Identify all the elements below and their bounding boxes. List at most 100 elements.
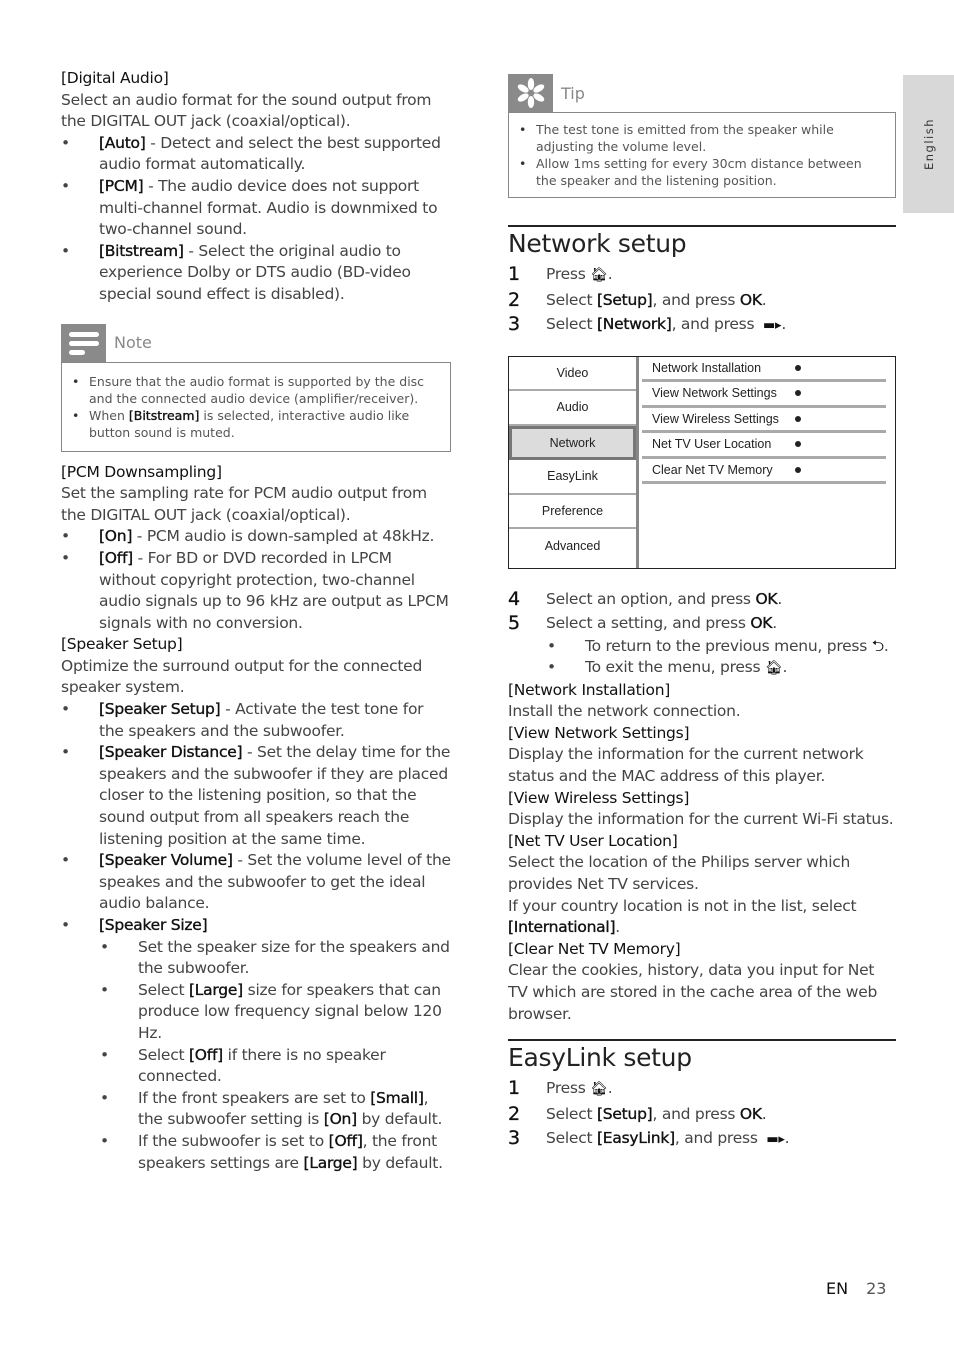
option-term: [Off] <box>99 548 134 567</box>
definition-term: [Clear Net TV Memory] <box>508 939 681 958</box>
tip-header: Tip <box>508 74 896 112</box>
language-side-tab: English <box>903 75 954 213</box>
note-lines-icon <box>61 323 106 362</box>
step: 1 Press 🏠︎. <box>508 1076 896 1102</box>
bullet-dot-icon <box>795 364 801 371</box>
menu-item-preference[interactable]: Preference <box>509 495 636 529</box>
option-text: - For BD or DVD recorded in LPCM without… <box>99 548 449 632</box>
step-number: 2 <box>508 288 520 311</box>
right-arrow-icon: ▬▸ <box>766 1132 785 1148</box>
step-text: . <box>784 1129 790 1148</box>
section-divider <box>508 225 896 227</box>
option-term: [Auto] <box>99 133 146 152</box>
definition-term: [Net TV User Location] <box>508 831 678 850</box>
option-term: [Speaker Size] <box>99 916 208 934</box>
bullet-dot-icon <box>795 441 801 448</box>
step-number: 4 <box>508 587 520 610</box>
step-number: 1 <box>508 1077 520 1100</box>
option-label: Clear Net TV Memory <box>652 462 773 477</box>
list-item: [Speaker Distance] - Set the delay time … <box>61 742 451 850</box>
menu-item-audio[interactable]: Audio <box>509 391 636 426</box>
step-text: Select <box>546 315 597 333</box>
list-item: [Speaker Setup] - Activate the test tone… <box>61 699 451 742</box>
step-number: 2 <box>508 1102 520 1125</box>
definition-desc: Display the information for the current … <box>508 745 864 786</box>
key-label: OK <box>739 290 762 309</box>
menu-option[interactable]: Network Installation <box>642 357 886 382</box>
option-term: [On] <box>99 527 133 546</box>
tip-body: The test tone is emitted from the speake… <box>508 112 896 198</box>
step: 4 Select an option, and press OK. <box>508 587 896 612</box>
key-label: OK <box>755 589 778 608</box>
section-divider <box>508 1039 896 1042</box>
home-icon: 🏠︎ <box>590 1081 608 1098</box>
key-label: OK <box>750 614 773 632</box>
sub-list-item: If the subwoofer is set to [Off], the fr… <box>61 1131 451 1174</box>
step-text: Select <box>546 1129 597 1148</box>
sub-list-item: Select [Off] if there is no speaker conn… <box>61 1045 451 1088</box>
step-text: , and press <box>652 290 740 309</box>
step-text: Select <box>546 290 597 309</box>
sub-term: [Large] <box>189 980 244 999</box>
menu-option[interactable]: View Network Settings <box>642 382 886 408</box>
pcm-downsampling-section: [PCM Downsampling] Set the sampling rate… <box>61 462 451 635</box>
step-text: Select an option, and press <box>546 589 756 608</box>
language-label: English <box>921 117 936 171</box>
menu-item-easylink[interactable]: EasyLink <box>509 460 636 495</box>
menu-item-network[interactable]: Network <box>509 425 636 460</box>
back-icon: ⮌ <box>871 636 884 655</box>
step-text: . <box>781 315 786 333</box>
step-term: [Setup] <box>597 290 653 309</box>
sub-text: Select <box>138 980 189 999</box>
menu-option[interactable]: View Wireless Settings <box>642 408 886 433</box>
step-term: [Setup] <box>597 1104 653 1123</box>
option-term: [Speaker Setup] <box>99 700 221 719</box>
option-term: [Speaker Volume] <box>99 851 233 870</box>
sub-text: If the subwoofer is set to <box>138 1131 329 1150</box>
tip-title: Tip <box>561 83 585 103</box>
sub-list-item: To return to the previous menu, press ⮌. <box>508 636 896 658</box>
definition-desc: Clear the cookies, history, data you inp… <box>508 961 878 1023</box>
menu-option[interactable]: Net TV User Location <box>642 433 886 459</box>
option-term: [Speaker Distance] <box>99 743 243 762</box>
step: 2 Select [Setup], and press OK. <box>508 288 896 313</box>
step-text: Press <box>546 265 591 283</box>
option-label: View Wireless Settings <box>652 411 779 426</box>
note-title: Note <box>114 333 152 353</box>
note-term: [Bitstream] <box>128 407 200 423</box>
menu-item-video[interactable]: Video <box>509 357 636 391</box>
list-item: [Speaker Size] <box>61 915 451 937</box>
sub-term: [On] <box>323 1110 358 1129</box>
sub-text: To exit the menu, press <box>585 658 765 677</box>
digital-audio-section: [Digital Audio] Select an audio format f… <box>61 68 451 306</box>
section-desc: Set the sampling rate for PCM audio outp… <box>61 484 427 524</box>
step: 5 Select a setting, and press OK. <box>508 611 896 636</box>
speaker-setup-section: [Speaker Setup] Optimize the surround ou… <box>61 634 451 1174</box>
sub-list-item: To exit the menu, press 🏠︎. <box>508 657 896 680</box>
menu-category-list: Video Audio Network EasyLink Preference … <box>509 357 636 568</box>
step-text: . <box>761 1104 767 1123</box>
asterisk-icon <box>508 74 553 112</box>
option-label: Network Installation <box>652 360 762 375</box>
option-label: Net TV User Location <box>652 437 772 452</box>
sub-list-item: Select [Large] size for speakers that ca… <box>61 980 451 1045</box>
step-text: Select <box>546 1104 597 1123</box>
bullet-dot-icon <box>795 466 801 473</box>
tip-box: Tip The test tone is emitted from the sp… <box>508 74 896 198</box>
option-term: [PCM] <box>99 176 144 195</box>
option-text: - The audio device does not support mult… <box>99 176 438 239</box>
sub-term: [Off] <box>189 1045 224 1064</box>
step-text: . <box>607 1079 613 1098</box>
key-label: OK <box>739 1104 762 1123</box>
sub-text: To return to the previous menu, press <box>585 636 872 655</box>
page-number: 23 <box>866 1279 887 1298</box>
note-item: Ensure that the audio format is supporte… <box>72 373 440 407</box>
menu-item-advanced[interactable]: Advanced <box>509 529 636 564</box>
definition-desc: Display the information for the current … <box>508 810 894 829</box>
menu-option[interactable]: Clear Net TV Memory <box>642 459 886 484</box>
section-desc: Optimize the surround output for the con… <box>61 656 423 697</box>
step-text: . <box>761 290 767 309</box>
step-number: 3 <box>508 313 520 335</box>
bullet-dot-icon <box>795 415 801 422</box>
step-number: 3 <box>508 1127 520 1150</box>
